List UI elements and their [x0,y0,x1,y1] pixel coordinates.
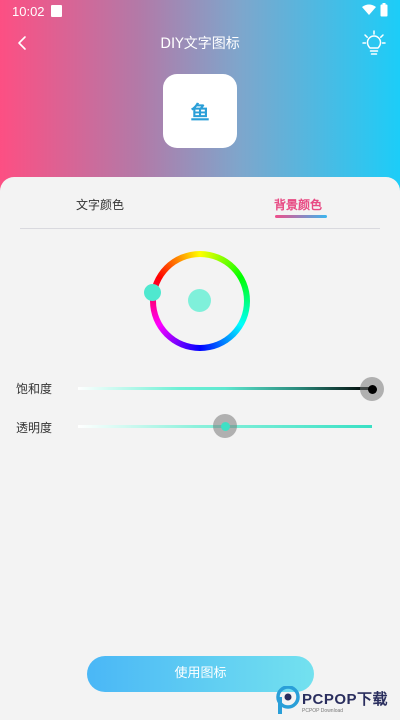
saturation-slider-thumb[interactable] [360,377,384,401]
tab-divider [20,228,380,229]
status-bar: 10:02 [0,0,400,24]
opacity-label: 透明度 [16,421,53,435]
opacity-thumb-dot [220,421,230,431]
icon-preview-char: 鱼 [190,101,210,124]
watermark-sub: PCPOP Download [302,708,344,714]
wifi-icon [362,4,376,15]
tab-background-color[interactable]: 背景颜色 [274,196,322,213]
tab-text-color[interactable]: 文字颜色 [76,196,124,213]
lightbulb-icon[interactable] [362,30,386,56]
notification-icon [51,5,62,17]
hue-wheel-handle[interactable] [144,284,161,301]
saturation-label: 饱和度 [16,382,53,396]
selected-color-preview [188,289,211,312]
saturation-thumb-dot [367,384,377,394]
icon-preview-tile: 鱼 [163,74,237,148]
status-time: 10:02 [12,4,45,19]
watermark-brand: PCPOP下载 [302,691,389,708]
opacity-slider-thumb[interactable] [213,414,237,438]
pcpop-watermark: PCPOP下载 PCPOP Download [276,684,400,718]
battery-icon [380,3,388,17]
saturation-slider-track[interactable] [78,387,372,390]
page-title: DIY文字图标 [160,36,240,52]
active-tab-indicator [275,215,327,218]
pcpop-logo-icon [276,686,300,714]
